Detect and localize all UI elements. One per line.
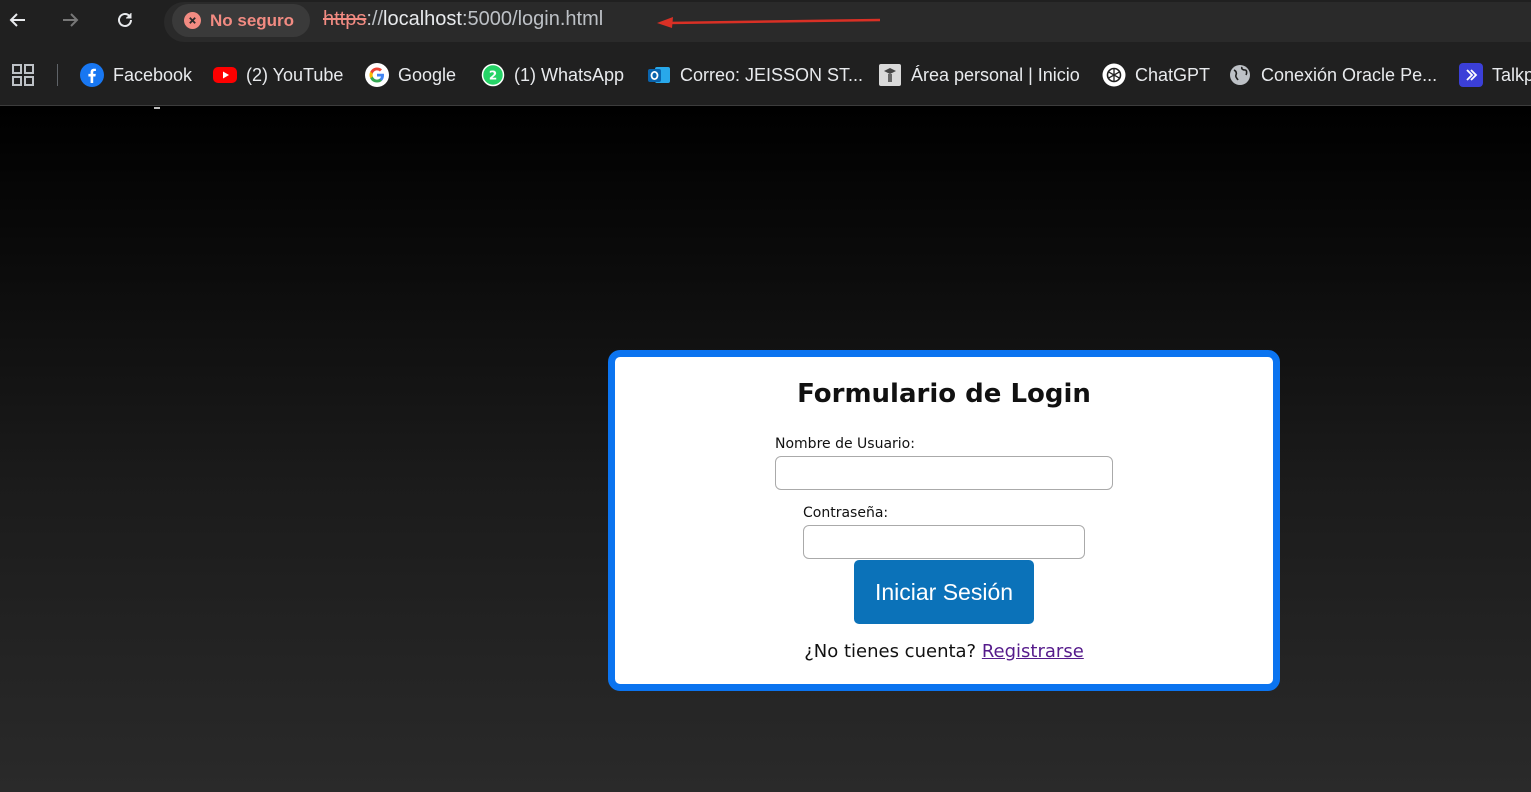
- bookmark-chatgpt[interactable]: ChatGPT: [1102, 62, 1210, 88]
- login-button[interactable]: Iniciar Sesión: [854, 560, 1034, 624]
- arrow-right-icon: [63, 13, 79, 27]
- login-title: Formulario de Login: [797, 379, 1091, 409]
- bookmark-google[interactable]: Google: [365, 62, 456, 88]
- security-chip[interactable]: No seguro: [172, 4, 310, 37]
- chatgpt-icon: [1102, 63, 1126, 87]
- login-card: Formulario de Login Nombre de Usuario: C…: [608, 350, 1280, 691]
- facebook-icon: [80, 63, 104, 87]
- back-button[interactable]: [4, 6, 32, 34]
- bookmark-youtube[interactable]: (2) YouTube: [213, 62, 343, 88]
- moodle-icon: [878, 63, 902, 87]
- bookmark-oracle[interactable]: Conexión Oracle Pe...: [1228, 62, 1437, 88]
- youtube-icon: [213, 63, 237, 87]
- page-viewport: Formulario de Login Nombre de Usuario: C…: [0, 107, 1531, 792]
- svg-text:2: 2: [489, 69, 497, 83]
- signup-prompt-text: ¿No tienes cuenta?: [804, 641, 977, 662]
- globe-icon: [1228, 63, 1252, 87]
- bookmarks-bar: Facebook (2) YouTube Google 2 (1) WhatsA…: [0, 46, 1531, 106]
- register-link[interactable]: Registrarse: [982, 641, 1084, 662]
- reload-button[interactable]: [111, 6, 139, 34]
- not-secure-icon: [184, 12, 201, 29]
- stray-mark: [154, 107, 160, 109]
- apps-grid-icon[interactable]: [12, 64, 34, 86]
- username-label: Nombre de Usuario:: [775, 436, 915, 452]
- annotation-arrow: [657, 17, 881, 28]
- bookmark-facebook[interactable]: Facebook: [80, 62, 192, 88]
- bookmark-whatsapp[interactable]: 2 (1) WhatsApp: [481, 62, 624, 88]
- bookmarks-separator: [57, 64, 58, 86]
- reload-icon: [118, 12, 132, 27]
- bookmark-talkpal[interactable]: Talkp: [1459, 62, 1531, 88]
- signup-prompt: ¿No tienes cuenta? Registrarse: [615, 641, 1273, 662]
- bookmark-outlook[interactable]: Correo: JEISSON ST...: [647, 62, 863, 88]
- security-label: No seguro: [210, 10, 295, 30]
- outlook-icon: [647, 63, 671, 87]
- forward-button[interactable]: [56, 6, 84, 34]
- bookmark-moodle[interactable]: Área personal | Inicio: [878, 62, 1080, 88]
- password-input[interactable]: [803, 525, 1085, 559]
- google-icon: [365, 63, 389, 87]
- whatsapp-icon: 2: [481, 63, 505, 87]
- url-text[interactable]: https://localhost:5000/login.html: [323, 8, 603, 31]
- password-label: Contraseña:: [803, 505, 889, 521]
- username-input[interactable]: [775, 456, 1113, 490]
- talkpal-icon: [1459, 63, 1483, 87]
- arrow-left-icon: [9, 13, 25, 27]
- browser-toolbar: No seguro https://localhost:5000/login.h…: [0, 0, 1531, 46]
